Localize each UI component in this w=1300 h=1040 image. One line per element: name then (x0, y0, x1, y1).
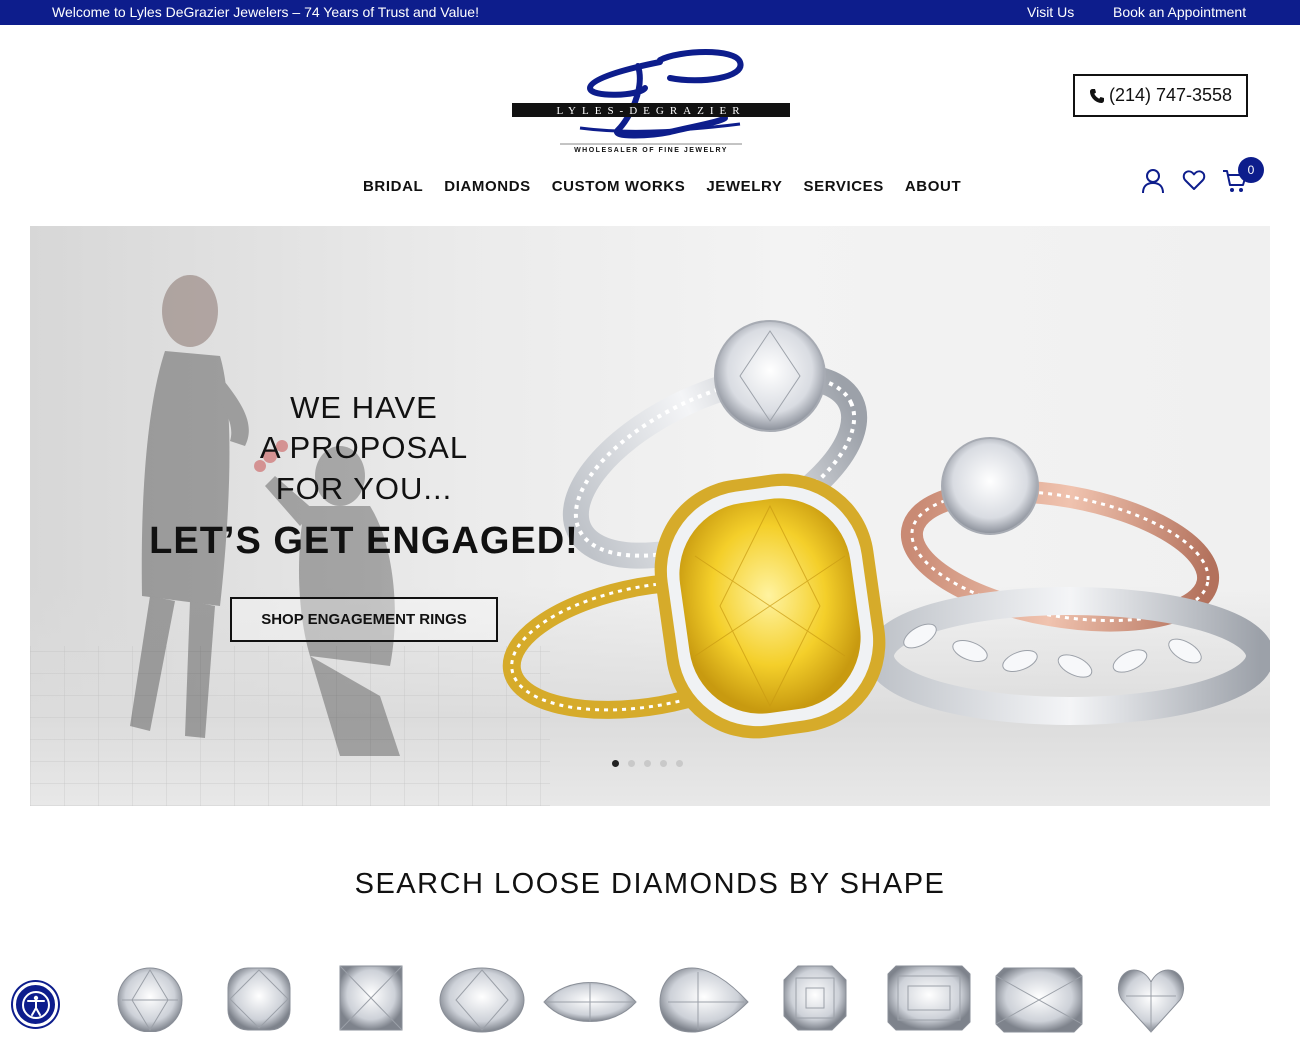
cushion-diamond-icon[interactable] (226, 962, 292, 1032)
slide-dot-5[interactable] (676, 760, 683, 767)
heart-icon[interactable] (1182, 168, 1206, 197)
site-logo[interactable]: LYLES-DEGRAZIER WHOLESALER OF FINE JEWEL… (510, 48, 792, 158)
phone-number: (214) 747-3558 (1108, 85, 1233, 105)
marquise-diamond-icon[interactable] (542, 962, 638, 1034)
logo-tagline: WHOLESALER OF FINE JEWELRY (574, 147, 728, 154)
nav-diamonds[interactable]: DIAMONDS (444, 178, 530, 195)
radiant-diamond-icon[interactable] (994, 962, 1084, 1034)
round-diamond-icon[interactable] (116, 962, 184, 1032)
diamond-shape-list (112, 962, 1192, 1040)
book-appointment-link[interactable]: Book an Appointment (1113, 4, 1246, 20)
shop-engagement-rings-button[interactable]: SHOP ENGAGEMENT RINGS (230, 597, 498, 642)
hero-line-3: FOR YOU... (275, 471, 453, 506)
nav-custom-works[interactable]: CUSTOM WORKS (552, 178, 686, 195)
hero-headline: LET’S GET ENGAGED! (149, 520, 579, 562)
hero-line-2: A PROPOSAL (259, 430, 469, 465)
accessibility-button[interactable] (13, 982, 58, 1027)
hero-line-1: WE HAVE (290, 390, 438, 425)
slide-dot-2[interactable] (628, 760, 635, 767)
princess-diamond-icon[interactable] (338, 962, 404, 1032)
nav-bridal[interactable]: BRIDAL (363, 178, 423, 195)
nav-jewelry[interactable]: JEWELRY (706, 178, 782, 195)
nav-services[interactable]: SERVICES (803, 178, 883, 195)
pear-diamond-icon[interactable] (658, 962, 750, 1034)
visit-us-link[interactable]: Visit Us (1027, 4, 1074, 20)
top-announcement-bar: Welcome to Lyles DeGrazier Jewelers – 74… (0, 0, 1300, 25)
hero-banner: WE HAVE A PROPOSAL FOR YOU... LET’S GET … (30, 226, 1270, 806)
welcome-message: Welcome to Lyles DeGrazier Jewelers – 74… (52, 4, 479, 20)
oval-diamond-icon[interactable] (438, 962, 526, 1034)
heart-diamond-icon[interactable] (1116, 962, 1186, 1034)
emerald-diamond-icon[interactable] (886, 962, 972, 1032)
account-icon[interactable] (1141, 168, 1165, 199)
slide-dot-3[interactable] (644, 760, 651, 767)
cart-count-badge: 0 (1238, 157, 1264, 183)
phone-call-button[interactable]: (214) 747-3558 (1073, 74, 1248, 117)
slide-dot-1[interactable] (612, 760, 619, 767)
main-navigation: BRIDAL DIAMONDS CUSTOM WORKS JEWELRY SER… (363, 178, 961, 195)
slide-dot-4[interactable] (660, 760, 667, 767)
slider-dots (612, 760, 683, 767)
asscher-diamond-icon[interactable] (782, 962, 848, 1032)
nav-about[interactable]: ABOUT (905, 178, 961, 195)
diamond-shape-section-title: SEARCH LOOSE DIAMONDS BY SHAPE (354, 868, 946, 900)
logo-wordmark: LYLES-DEGRAZIER (556, 105, 745, 117)
accessibility-icon (21, 990, 50, 1019)
phone-icon (1089, 88, 1105, 104)
